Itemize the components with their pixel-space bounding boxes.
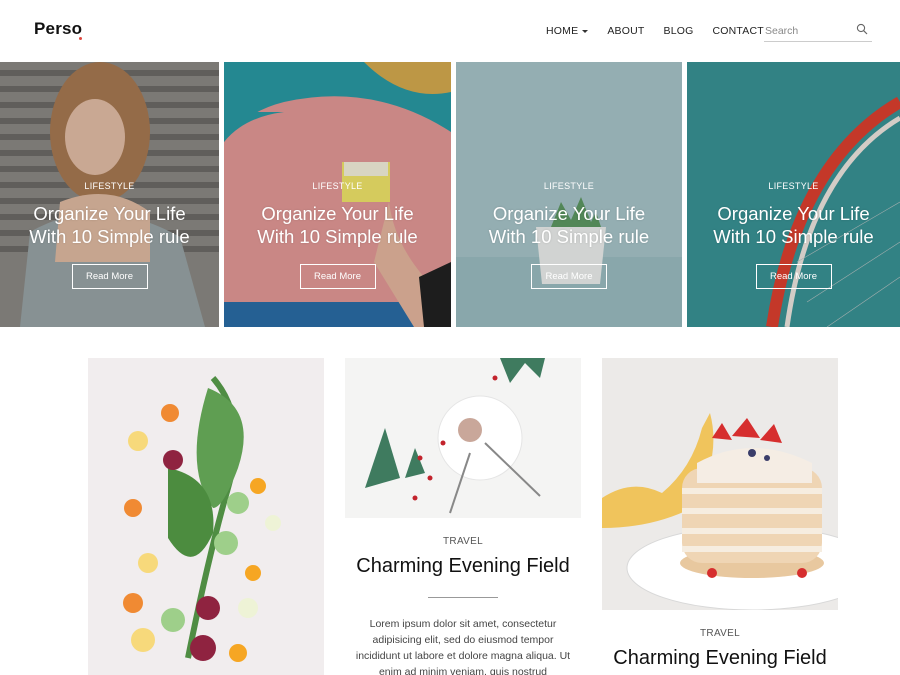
nav-item-label: CONTACT	[712, 25, 764, 37]
hero-title-line: With 10 Simple rule	[488, 226, 650, 247]
chevron-down-icon	[582, 29, 589, 33]
vegetables-photo	[88, 358, 324, 675]
hero-title[interactable]: Organize Your Life With 10 Simple rule	[0, 202, 219, 248]
hero-category[interactable]: LIFESTYLE	[224, 181, 451, 191]
card-divider	[428, 597, 498, 598]
hero-title-line: Organize Your Life	[717, 203, 870, 224]
read-more-button[interactable]: Read More	[755, 264, 832, 289]
card-category[interactable]: TRAVEL	[345, 536, 581, 547]
hero-category[interactable]: LIFESTYLE	[0, 181, 219, 191]
hero-title-line: Organize Your Life	[33, 203, 186, 224]
card-title[interactable]: Charming Evening Field	[345, 555, 581, 578]
read-more-button[interactable]: Read More	[531, 264, 607, 289]
read-more-button[interactable]: Read More	[299, 264, 376, 289]
card-image[interactable]	[345, 358, 581, 518]
nav-item-about[interactable]: ABOUT	[607, 25, 644, 37]
search-icon[interactable]	[856, 23, 868, 35]
hero-title[interactable]: Organize Your Life With 10 Simple rule	[687, 202, 900, 248]
logo-dot	[79, 37, 82, 40]
nav-item-label: HOME	[546, 25, 579, 37]
search-input[interactable]	[765, 23, 853, 39]
read-more-button[interactable]: Read More	[71, 264, 148, 289]
hero-title-line: Organize Your Life	[492, 203, 646, 224]
post-card-1[interactable]	[88, 358, 324, 675]
nav-item-label: BLOG	[663, 25, 694, 37]
card-image[interactable]	[602, 358, 838, 610]
search-box	[764, 20, 872, 42]
card-category[interactable]: TRAVEL	[602, 628, 838, 639]
post-card-3[interactable]: TRAVEL Charming Evening Field	[602, 358, 838, 675]
hero-title-line: With 10 Simple rule	[713, 226, 874, 247]
hero-post-3[interactable]: LIFESTYLE Organize Your Life With 10 Sim…	[456, 62, 682, 327]
nav-item-blog[interactable]: BLOG	[663, 25, 693, 37]
card-image[interactable]	[88, 358, 324, 675]
pancakes-photo	[602, 358, 838, 610]
card-excerpt: Lorem ipsum dolor sit amet, consectetur …	[355, 618, 571, 675]
hero-post-2[interactable]: LIFESTYLE Organize Your Life With 10 Sim…	[224, 62, 451, 327]
plate-photo	[345, 358, 581, 518]
hero-title-line: With 10 Simple rule	[29, 226, 190, 247]
site-header: Perso HOME ABOUT BLOG CONTACT	[0, 0, 900, 62]
nav-item-contact[interactable]: CONTACT	[712, 25, 763, 37]
site-logo[interactable]: Perso	[34, 19, 82, 39]
hero-title[interactable]: Organize Your Life With 10 Simple rule	[224, 202, 451, 248]
hero-title[interactable]: Organize Your Life With 10 Simple rule	[456, 202, 682, 248]
nav-item-label: ABOUT	[607, 25, 645, 37]
hero-category[interactable]: LIFESTYLE	[456, 181, 682, 191]
post-card-2[interactable]: TRAVEL Charming Evening Field Lorem ipsu…	[345, 358, 581, 675]
hero-title-line: With 10 Simple rule	[257, 226, 418, 247]
main-nav: HOME ABOUT BLOG CONTACT	[546, 25, 783, 37]
card-title[interactable]: Charming Evening Field	[602, 647, 838, 670]
nav-item-home[interactable]: HOME	[546, 25, 589, 37]
hero-category[interactable]: LIFESTYLE	[687, 181, 900, 191]
hero-post-1[interactable]: LIFESTYLE Organize Your Life With 10 Sim…	[0, 62, 219, 327]
hero-title-line: Organize Your Life	[261, 203, 414, 224]
hero-post-4[interactable]: LIFESTYLE Organize Your Life With 10 Sim…	[687, 62, 900, 327]
